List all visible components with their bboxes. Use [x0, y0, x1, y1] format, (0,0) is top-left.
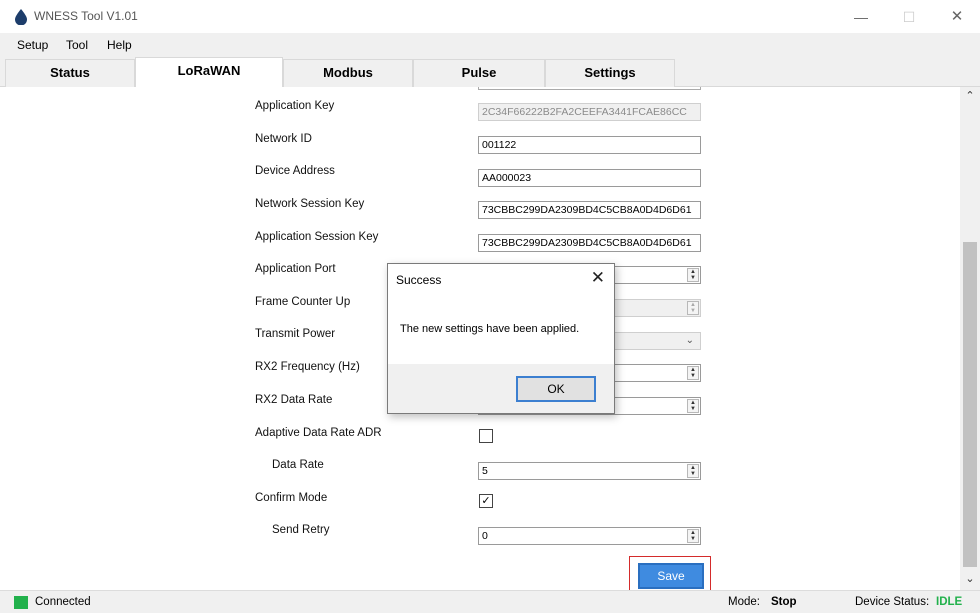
device-address-field[interactable]: AA000023: [478, 169, 701, 187]
send-retry-stepper[interactable]: 0 ▲ ▼: [478, 527, 701, 545]
ok-button[interactable]: OK: [516, 376, 596, 402]
spin-arrows-icon[interactable]: ▲ ▼: [687, 529, 699, 543]
chevron-down-icon: ⌄: [685, 335, 694, 346]
rx2-frequency-label: RX2 Frequency (Hz): [255, 361, 360, 373]
spin-arrows-icon[interactable]: ▲ ▼: [687, 366, 699, 380]
device-status-label: Device Status:: [855, 596, 930, 608]
spin-arrows-icon[interactable]: ▲ ▼: [687, 268, 699, 282]
success-dialog: Success ✕ The new settings have been app…: [387, 263, 615, 414]
network-id-label: Network ID: [255, 133, 312, 145]
maximize-button[interactable]: ☐: [886, 4, 932, 30]
tab-lorawan[interactable]: LoRaWAN: [135, 57, 283, 88]
confirm-mode-checkbox[interactable]: ✓: [479, 494, 493, 508]
tab-settings[interactable]: Settings: [545, 59, 675, 87]
vertical-scrollbar[interactable]: ⌃ ⌄: [960, 87, 980, 590]
mode-value: Stop: [771, 596, 797, 608]
rx2-data-rate-label: RX2 Data Rate: [255, 394, 333, 406]
window-title: WNESS Tool V1.01: [34, 9, 138, 23]
application-key-field: 2C34F66222B2FA2CEEFA3441FCAE86CC: [478, 103, 701, 121]
connected-indicator-icon: [14, 596, 28, 609]
application-key-label: Application Key: [255, 100, 335, 112]
menu-bar: Setup Tool Help: [0, 33, 980, 57]
data-rate-stepper[interactable]: 5 ▲ ▼: [478, 462, 701, 480]
app-logo-icon: [15, 9, 27, 25]
close-window-button[interactable]: ✕: [934, 4, 980, 30]
tab-status[interactable]: Status: [5, 59, 135, 87]
network-session-key-label: Network Session Key: [255, 198, 365, 210]
menu-help[interactable]: Help: [107, 38, 132, 52]
spin-arrows-icon[interactable]: ▲ ▼: [687, 399, 699, 413]
confirm-mode-label: Confirm Mode: [255, 492, 328, 504]
data-rate-value: 5: [482, 465, 488, 477]
minimize-button[interactable]: —: [838, 4, 884, 30]
menu-tool[interactable]: Tool: [66, 38, 88, 52]
chevron-down-icon[interactable]: ⌄: [960, 570, 980, 588]
application-port-label: Application Port: [255, 263, 336, 275]
application-session-key-label: Application Session Key: [255, 231, 379, 243]
frame-counter-up-label: Frame Counter Up: [255, 296, 351, 308]
network-session-key-field[interactable]: 73CBBC299DA2309BD4C5CB8A0D4D6D61: [478, 201, 701, 219]
scroll-thumb[interactable]: [963, 242, 977, 567]
device-status-value: IDLE: [936, 596, 963, 608]
data-rate-label: Data Rate: [272, 459, 324, 471]
send-retry-value: 0: [482, 530, 488, 542]
tab-strip: Status LoRaWAN Modbus Pulse Settings: [0, 57, 980, 88]
spin-arrows-icon: ▲ ▼: [687, 301, 699, 315]
network-id-field[interactable]: 001122: [478, 136, 701, 154]
adr-checkbox[interactable]: [479, 429, 493, 443]
mode-label: Mode:: [728, 596, 760, 608]
tab-modbus[interactable]: Modbus: [283, 59, 413, 87]
save-button[interactable]: Save: [638, 563, 704, 589]
application-session-key-field[interactable]: 73CBBC299DA2309BD4C5CB8A0D4D6D61: [478, 234, 701, 252]
device-address-label: Device Address: [255, 165, 335, 177]
spin-arrows-icon[interactable]: ▲ ▼: [687, 464, 699, 478]
menu-setup[interactable]: Setup: [17, 38, 48, 52]
connection-status: Connected: [35, 596, 91, 608]
dialog-footer: OK: [388, 364, 614, 413]
checkmark-icon: ✓: [481, 495, 491, 507]
chevron-up-icon[interactable]: ⌃: [960, 87, 980, 105]
dialog-title: Success: [396, 273, 442, 287]
transmit-power-label: Transmit Power: [255, 328, 336, 340]
dialog-message: The new settings have been applied.: [400, 323, 580, 335]
close-icon[interactable]: ✕: [591, 268, 605, 288]
previous-field-edge: [478, 87, 701, 90]
status-bar: Connected Mode: Stop Device Status: IDLE: [0, 590, 980, 613]
adr-label: Adaptive Data Rate ADR: [255, 427, 382, 439]
title-bar: WNESS Tool V1.01 — ☐ ✕: [0, 0, 980, 33]
tab-pulse[interactable]: Pulse: [413, 59, 545, 87]
send-retry-label: Send Retry: [272, 524, 330, 536]
